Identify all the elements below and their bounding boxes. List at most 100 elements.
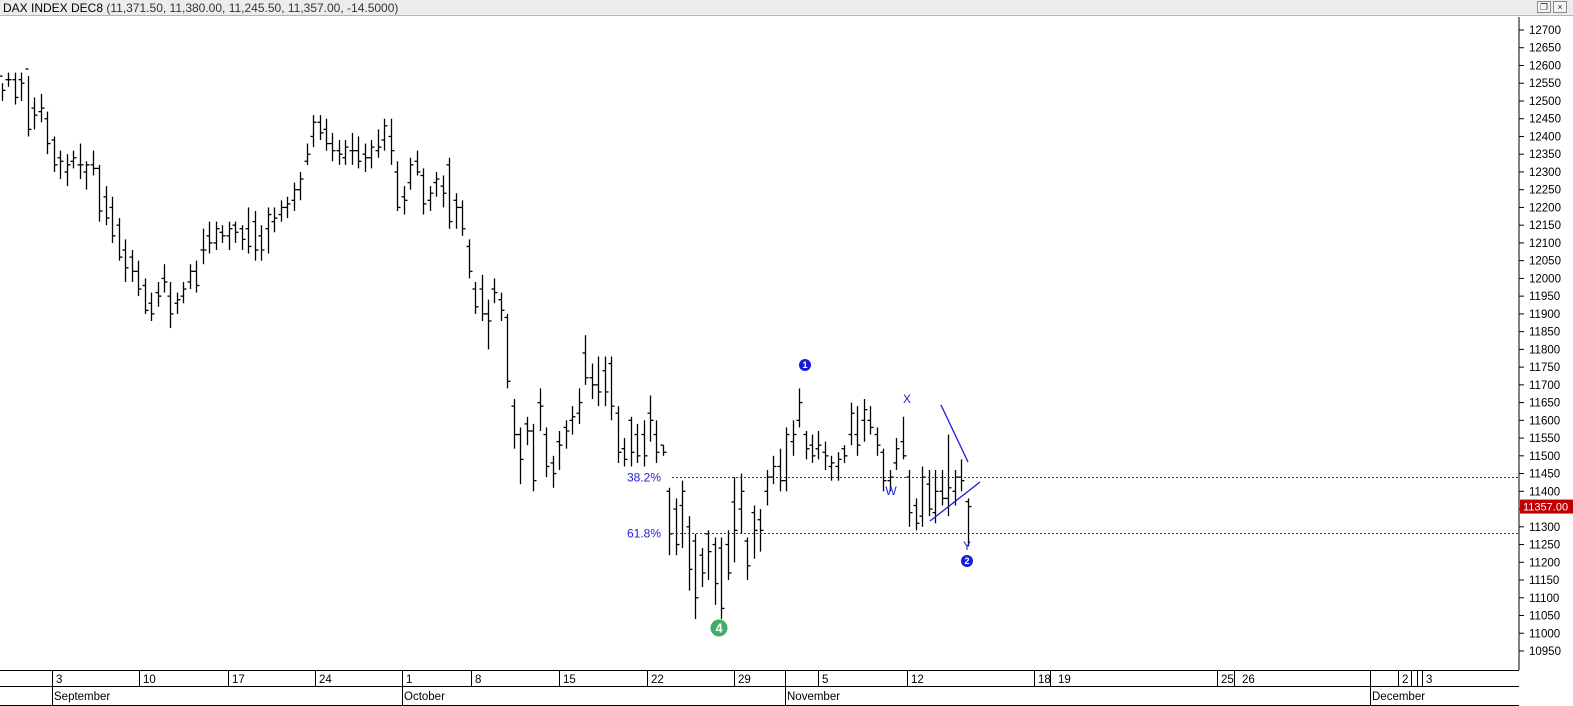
date-axis-bg <box>0 670 1519 706</box>
ohlc-bar <box>355 136 362 169</box>
ohlc-bar <box>459 200 466 236</box>
ohlc-bar <box>848 402 855 446</box>
ohlc-bar <box>129 250 136 282</box>
ohlc-bar <box>874 427 881 456</box>
ohlc-bar <box>258 225 265 261</box>
wave-marker-4: 4 <box>710 619 728 637</box>
chart-annotations: 1 4 2 W X Y <box>710 359 981 637</box>
ohlc-bar <box>446 157 453 229</box>
price-tick-label: 11500 <box>1529 451 1560 463</box>
ohlc-bar <box>427 186 434 211</box>
price-tick-label: 12300 <box>1529 167 1561 179</box>
wave-marker-number: 4 <box>715 620 723 635</box>
ohlc-bar <box>602 356 609 407</box>
ohlc-bar <box>407 157 414 190</box>
ohlc-bar <box>83 161 90 190</box>
ohlc-bar <box>491 278 498 304</box>
ohlc-bar <box>342 140 349 165</box>
ohlc-bar <box>161 264 168 293</box>
ohlc-bar <box>653 420 660 463</box>
ohlc-bar <box>906 470 913 527</box>
day-label: 1 <box>406 674 412 686</box>
day-label: 25 <box>1221 674 1234 686</box>
ohlc-bar <box>420 168 427 215</box>
ohlc-bar <box>751 505 758 559</box>
price-tick-label: 11700 <box>1529 380 1560 392</box>
ohlc-bar <box>323 118 330 151</box>
ohlc-bar <box>731 477 738 563</box>
ohlc-bar <box>615 406 622 463</box>
day-label: 5 <box>822 674 828 686</box>
price-chart[interactable]: 38.2%61.8% 142WXY 1095011000110501110011… <box>0 0 1573 706</box>
ohlc-bar <box>485 299 492 350</box>
ohlc-bar <box>362 143 369 172</box>
ohlc-bar <box>388 118 395 165</box>
ohlc-bar <box>278 200 285 222</box>
ohlc-bar <box>900 416 907 460</box>
price-tick-label: 12600 <box>1529 60 1561 72</box>
day-label: 29 <box>738 674 751 686</box>
ohlc-bar <box>239 225 246 251</box>
ohlc-bar <box>200 228 207 265</box>
ohlc-bar <box>31 97 38 130</box>
ohlc-bar <box>634 423 641 463</box>
ohlc-bar <box>433 171 440 197</box>
ohlc-bar <box>109 196 116 243</box>
ohlc-bar <box>803 430 810 460</box>
ohlc-bar <box>310 115 317 148</box>
ohlc-bar <box>835 452 842 481</box>
ohlc-bar <box>595 356 602 407</box>
price-tick-label: 12700 <box>1529 25 1561 37</box>
ohlc-bar <box>317 115 324 141</box>
ohlc-bar <box>479 274 486 321</box>
ohlc-bar <box>122 239 129 282</box>
price-tick-label: 11400 <box>1529 486 1560 498</box>
wave-marker-2: 2 <box>961 555 973 567</box>
ohlc-bar <box>213 221 220 251</box>
price-tick-label: 12400 <box>1529 131 1561 143</box>
ohlc-bar <box>738 473 745 534</box>
wave-marker-1: 1 <box>799 359 811 371</box>
price-tick-label: 11250 <box>1529 540 1560 552</box>
ohlc-bar <box>589 363 596 400</box>
day-label: 12 <box>911 674 924 686</box>
price-tick-label: 10950 <box>1529 646 1561 658</box>
ohlc-bar <box>148 292 155 321</box>
ohlc-bar <box>673 498 680 556</box>
ohlc-bar <box>284 196 291 219</box>
ohlc-bar <box>790 420 797 456</box>
ohlc-bar <box>705 530 712 581</box>
wave-marker-number: 2 <box>964 556 969 566</box>
ohlc-bar <box>18 72 25 101</box>
ohlc-bar <box>219 225 226 243</box>
ohlc-bar <box>621 438 628 467</box>
ohlc-bar <box>142 278 149 314</box>
ohlc-bar <box>291 182 298 211</box>
ohlc-bar <box>530 423 537 492</box>
ohlc-bar <box>368 140 375 169</box>
price-tick-label: 11600 <box>1529 415 1560 427</box>
ohlc-bar <box>913 498 920 531</box>
ohlc-bar <box>764 470 771 506</box>
wave-marker-number: 1 <box>802 360 807 370</box>
ohlc-bar <box>466 239 473 279</box>
ohlc-bar <box>167 281 174 329</box>
ohlc-bar <box>180 281 187 304</box>
ohlc-bar <box>543 427 550 478</box>
ohlc-bar <box>57 150 64 180</box>
price-tick-label: 11200 <box>1529 557 1560 569</box>
ohlc-bar <box>394 161 401 211</box>
ohlc-bar <box>103 186 110 226</box>
ohlc-bar <box>777 448 784 492</box>
ohlc-bar <box>70 150 77 169</box>
ohlc-bar <box>926 470 933 517</box>
ohlc-bar <box>265 207 272 254</box>
price-tick-label: 11100 <box>1529 593 1559 605</box>
price-tick-label: 12350 <box>1529 149 1561 161</box>
fib-level-label: 61.8% <box>627 527 661 541</box>
ohlc-bar <box>297 171 304 201</box>
ohlc-bar <box>44 111 51 155</box>
ohlc-bar <box>647 395 654 442</box>
ohlc-bar <box>381 118 388 151</box>
price-tick-label: 11900 <box>1529 309 1560 321</box>
